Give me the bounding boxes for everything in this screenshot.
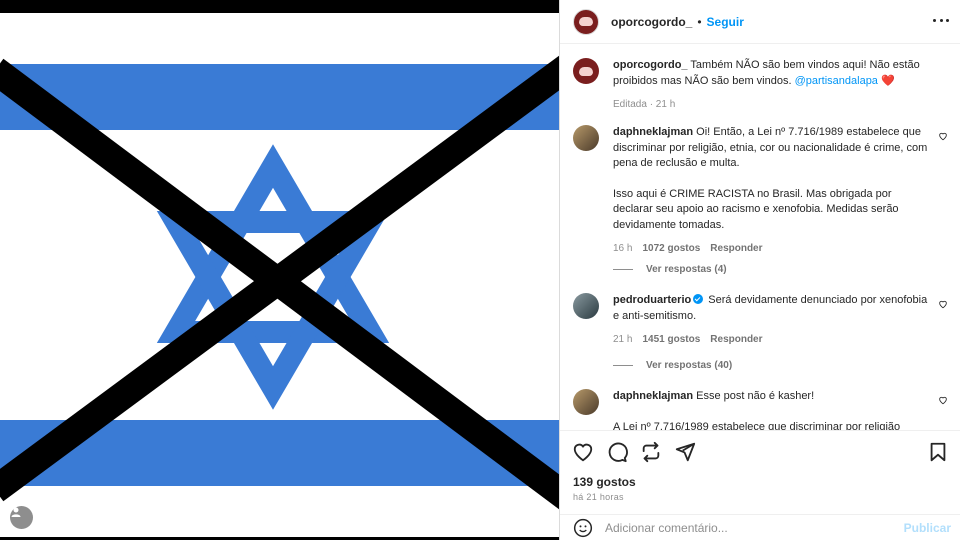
repost-icon[interactable] — [640, 441, 662, 463]
comment-bubble-icon[interactable] — [606, 441, 628, 463]
comment-likes[interactable]: 1451 gostos — [642, 332, 700, 348]
commenter-avatar[interactable] — [573, 389, 599, 415]
comment-text: Esse post não é kasher! — [696, 390, 815, 402]
emoji-icon[interactable] — [573, 518, 593, 538]
crossed-flag-image — [0, 13, 559, 537]
tagged-users-button[interactable] — [10, 506, 33, 529]
caption: oporcogordo_ Também NÃO são bem vindos a… — [573, 58, 948, 113]
comment-meta: 21 h 1451 gostos Responder — [613, 332, 928, 348]
heart-emoji: ❤️ — [881, 74, 895, 87]
caption-edited-time: Editada · 21 h — [613, 99, 676, 110]
like-heart-icon[interactable] — [572, 441, 594, 463]
add-comment-bar: Adicionar comentário... Publicar — [560, 514, 960, 540]
comment-item: pedroduarterio Será devidamente denuncia… — [573, 293, 948, 348]
view-replies-label: Ver respostas (40) — [646, 360, 733, 371]
comment-time[interactable]: 16 h — [613, 241, 632, 257]
comment-username[interactable]: pedroduarterio — [613, 294, 691, 306]
action-icons — [572, 441, 696, 463]
caption-username[interactable]: oporcogordo_ — [613, 59, 688, 71]
comment-text-continued: A Lei nº 7.716/1989 estabelece que discr… — [613, 420, 901, 431]
comment-item: daphneklajman Esse post não é kasher! A … — [573, 389, 948, 430]
pig-logo-icon — [579, 66, 593, 76]
caption-avatar[interactable] — [573, 58, 599, 84]
publish-button[interactable]: Publicar — [904, 521, 951, 535]
replies-line — [613, 365, 633, 366]
follow-button[interactable]: Seguir — [707, 15, 744, 29]
comments-list[interactable]: oporcogordo_ Também NÃO são bem vindos a… — [560, 45, 960, 430]
author-avatar[interactable] — [573, 8, 599, 35]
like-comment-heart-icon[interactable] — [938, 299, 948, 309]
verified-badge-icon — [693, 294, 704, 304]
view-replies-button[interactable]: Ver respostas (40) — [613, 360, 732, 371]
share-send-icon[interactable] — [674, 441, 696, 463]
post-actions: 139 gostos há 21 horas — [560, 430, 960, 514]
reply-button[interactable]: Responder — [710, 241, 762, 257]
pig-logo-icon — [579, 17, 593, 26]
comment-time[interactable]: 21 h — [613, 332, 632, 348]
comment-meta: 16 h 1072 gostos Responder — [613, 241, 928, 257]
comment-likes[interactable]: 1072 gostos — [642, 241, 700, 257]
post-header: oporcogordo_ • Seguir — [560, 0, 960, 44]
commenter-avatar[interactable] — [573, 125, 599, 151]
author-username[interactable]: oporcogordo_ — [611, 15, 692, 29]
comment-username[interactable]: daphneklajman — [613, 126, 693, 138]
view-replies-button[interactable]: Ver respostas (4) — [613, 264, 727, 275]
view-replies-label: Ver respostas (4) — [646, 264, 727, 275]
comment-username[interactable]: daphneklajman — [613, 390, 693, 402]
post-time[interactable]: há 21 horas — [573, 492, 624, 502]
more-options-icon[interactable] — [933, 15, 949, 25]
like-comment-heart-icon[interactable] — [938, 131, 948, 141]
separator-dot: • — [697, 14, 702, 29]
likes-count[interactable]: 139 gostos — [573, 475, 636, 489]
like-comment-heart-icon[interactable] — [938, 395, 948, 405]
comment-input[interactable]: Adicionar comentário... — [605, 521, 728, 535]
comment-item: daphneklajman Oi! Então, a Lei nº 7.716/… — [573, 125, 948, 257]
caption-meta: Editada · 21 h — [613, 97, 928, 113]
post-image[interactable] — [0, 0, 559, 540]
replies-line — [613, 269, 633, 270]
reply-button[interactable]: Responder — [710, 332, 762, 348]
commenter-avatar[interactable] — [573, 293, 599, 319]
caption-mention[interactable]: @partisandalapa — [795, 75, 878, 87]
save-bookmark-icon[interactable] — [927, 441, 949, 463]
user-icon — [11, 507, 21, 517]
comment-text-continued: Isso aqui é CRIME RACISTA no Brasil. Mas… — [613, 187, 899, 231]
post-details-panel: oporcogordo_ • Seguir oporcogordo_ També… — [559, 0, 960, 540]
